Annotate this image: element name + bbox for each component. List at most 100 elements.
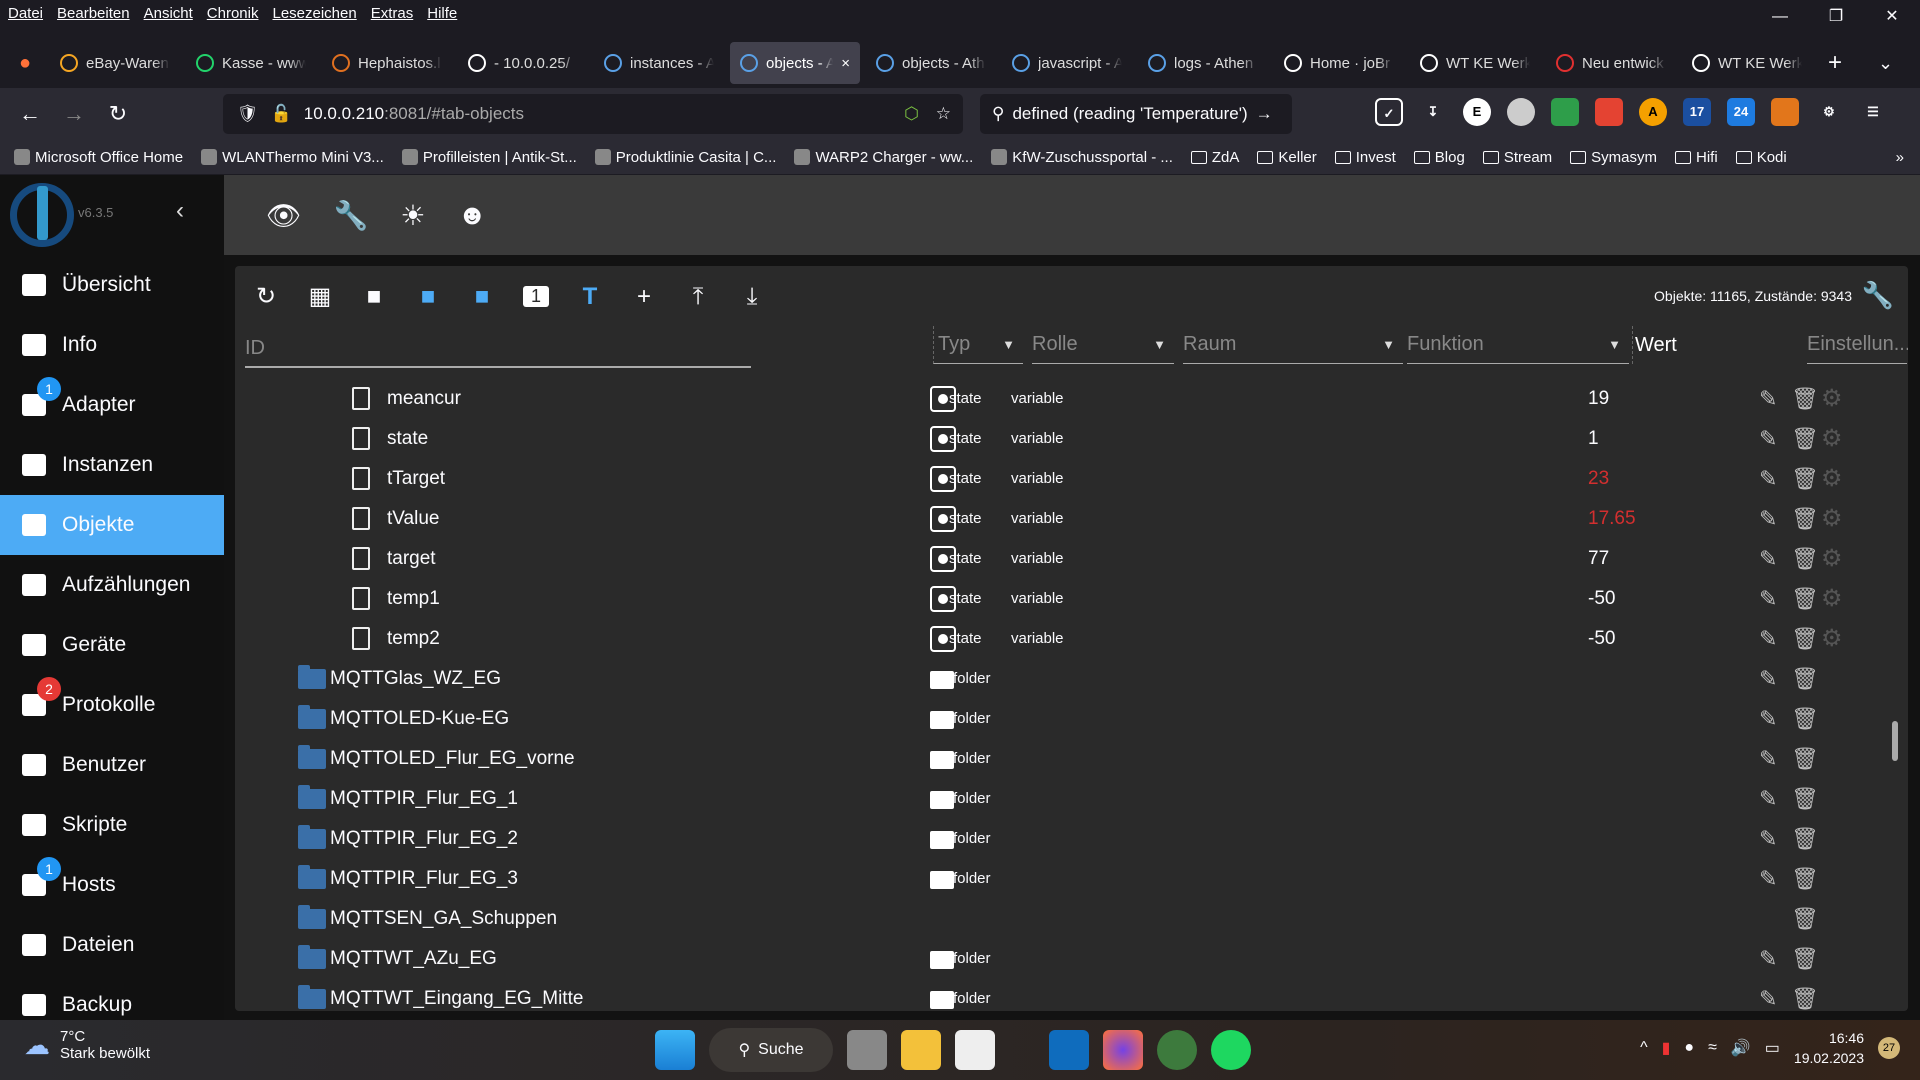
columns-icon[interactable]: ▦ [307,282,333,311]
pocket-icon[interactable]: ✓ [1375,98,1403,126]
settings-gear-icon[interactable]: ⚙ [1821,579,1843,619]
sidebar-item-aufzählungen[interactable]: Aufzählungen [0,555,224,615]
expand-one-level-icon[interactable]: 1 [523,286,549,307]
edit-icon[interactable]: ✎ [1759,579,1777,619]
list-tabs-button[interactable]: ⌄ [1878,53,1893,74]
table-row[interactable]: MQTTPIR_Flur_EG_3 folder ✎ 🗑 [235,859,1885,899]
table-row[interactable]: meancur state variable 19 ✎ 🗑 ⚙ [235,379,1885,419]
delete-icon[interactable]: 🗑 [1791,779,1819,819]
delete-icon[interactable]: 🗑 [1791,539,1819,579]
table-row[interactable]: tValue state variable 17.65 ✎ 🗑 ⚙ [235,499,1885,539]
sidebar-item-dateien[interactable]: Dateien [0,915,224,975]
table-row[interactable]: MQTTPIR_Flur_EG_1 folder ✎ 🗑 [235,779,1885,819]
edit-icon[interactable]: ✎ [1759,379,1777,419]
delete-icon[interactable]: 🗑 [1791,459,1819,499]
browser-tab[interactable]: - 10.0.0.25/ [458,42,588,84]
edit-icon[interactable]: ✎ [1759,859,1777,899]
folder-icon[interactable] [298,785,326,809]
extension-lock-icon[interactable] [1507,98,1535,126]
bookmark-item[interactable]: Kodi [1735,149,1787,166]
menu-chronik[interactable]: Chronik [207,5,259,22]
sidebar-item-instanzen[interactable]: Instanzen [0,435,224,495]
sidebar-item-objekte[interactable]: Objekte [0,495,224,555]
sidebar-item-protokolle[interactable]: Protokolle 2 [0,675,224,735]
bookmark-item[interactable]: Hifi [1675,149,1718,166]
wifi-icon[interactable]: ≈ [1708,1039,1717,1057]
settings-gear-icon[interactable]: ⚙ [1821,459,1843,499]
browser-tab[interactable]: objects - A × [730,42,860,84]
sidebar-item-backup[interactable]: Backup [0,975,224,1020]
edit-icon[interactable]: ✎ [1759,819,1777,859]
browser-tab[interactable]: objects - Ath [866,42,996,84]
restore-button[interactable]: ❐ [1808,0,1864,34]
delete-icon[interactable]: 🗑 [1791,659,1819,699]
object-value[interactable]: 77 [1588,539,1609,579]
object-value[interactable]: 17.65 [1588,499,1636,539]
table-row[interactable]: state state variable 1 ✎ 🗑 ⚙ [235,419,1885,459]
menu-bearbeiten[interactable]: Bearbeiten [57,5,130,22]
settings-gear-icon[interactable]: ⚙ [1821,539,1843,579]
outlook-icon[interactable] [1049,1030,1089,1070]
edit-icon[interactable]: ✎ [1759,659,1777,699]
sidebar-item-skripte[interactable]: Skripte [0,795,224,855]
collapse-all-icon[interactable]: ■ [469,283,495,311]
folder-icon[interactable] [298,945,326,969]
bookmark-item[interactable]: Stream [1482,149,1552,166]
edit-icon[interactable]: ✎ [1759,939,1777,979]
id-filter-input[interactable]: ID [245,330,751,368]
type-filter-select[interactable]: Typ ▼ [933,326,1023,364]
tray-app-icon[interactable]: ▮ [1662,1038,1671,1058]
bookmark-star-icon[interactable]: ☆ [936,104,951,124]
edit-icon[interactable]: ✎ [1759,539,1777,579]
object-value[interactable]: 23 [1588,459,1609,499]
more-bookmarks-icon[interactable]: » [1896,149,1904,166]
menu-hilfe[interactable]: Hilfe [427,5,457,22]
edit-icon[interactable]: ✎ [1759,419,1777,459]
delete-icon[interactable]: 🗑 [1791,379,1819,419]
settings-gear-icon[interactable]: ⚙ [1821,419,1843,459]
edit-icon[interactable]: ✎ [1759,739,1777,779]
function-filter-select[interactable]: Funktion ▼ [1407,326,1629,364]
settings-gear-icon[interactable]: ⚙ [1821,379,1843,419]
upload-icon[interactable]: ⤒ [685,283,711,311]
scrollbar[interactable] [1891,376,1899,1004]
sidebar-item-info[interactable]: Info [0,315,224,375]
edit-icon[interactable]: ✎ [1759,979,1777,1011]
add-icon[interactable]: + [631,283,657,311]
folder-icon[interactable] [298,905,326,929]
bookmark-item[interactable]: Produktlinie Casita | C... [594,149,776,166]
object-value[interactable]: -50 [1588,579,1615,619]
sidebar-item-geräte[interactable]: Geräte [0,615,224,675]
table-row[interactable]: MQTTOLED_Flur_EG_vorne folder ✎ 🗑 [235,739,1885,779]
extension-green-icon[interactable] [1551,98,1579,126]
close-tab-icon[interactable]: × [841,55,850,72]
table-row[interactable]: MQTTWT_AZu_EG folder ✎ 🗑 [235,939,1885,979]
firefox-taskbar-icon[interactable] [1103,1030,1143,1070]
folder-icon[interactable] [298,865,326,889]
search-input[interactable]: defined (reading 'Temperature') [1012,104,1247,124]
menu-extras[interactable]: Extras [371,5,414,22]
browser-tab[interactable]: Neu entwick [1546,42,1676,84]
sidebar-item-hosts[interactable]: Hosts 1 [0,855,224,915]
delete-icon[interactable]: 🗑 [1791,619,1819,659]
delete-icon[interactable]: 🗑 [1791,499,1819,539]
app-green-icon[interactable] [1157,1030,1197,1070]
search-bar[interactable]: ⚲ defined (reading 'Temperature') → [980,94,1292,134]
sidebar-item-benutzer[interactable]: Benutzer [0,735,224,795]
bookmark-item[interactable]: Symasym [1570,149,1657,166]
download-icon[interactable]: ⤓ [739,283,765,311]
firefox-icon[interactable]: ● [0,52,50,75]
table-row[interactable]: MQTTSEN_GA_Schuppen 🗑 [235,899,1885,939]
browser-tab[interactable]: javascript - A [1002,42,1132,84]
todoist-icon[interactable] [1595,98,1623,126]
hamburger-menu-icon[interactable]: ☰ [1859,98,1887,126]
volume-icon[interactable]: 🔊 [1731,1038,1751,1058]
browser-tab[interactable]: instances - A [594,42,724,84]
sidebar-item-adapter[interactable]: Adapter 1 [0,375,224,435]
browser-tab[interactable]: WT KE Werk [1410,42,1540,84]
wrench-icon[interactable]: 🔧 [334,199,369,232]
table-row[interactable]: MQTTWT_Eingang_EG_Mitte folder ✎ 🗑 [235,979,1885,1011]
insecure-lock-icon[interactable]: 🔓 [271,104,292,124]
browser-tab[interactable]: Kasse - www [186,42,316,84]
menu-datei[interactable]: Datei [8,5,43,22]
